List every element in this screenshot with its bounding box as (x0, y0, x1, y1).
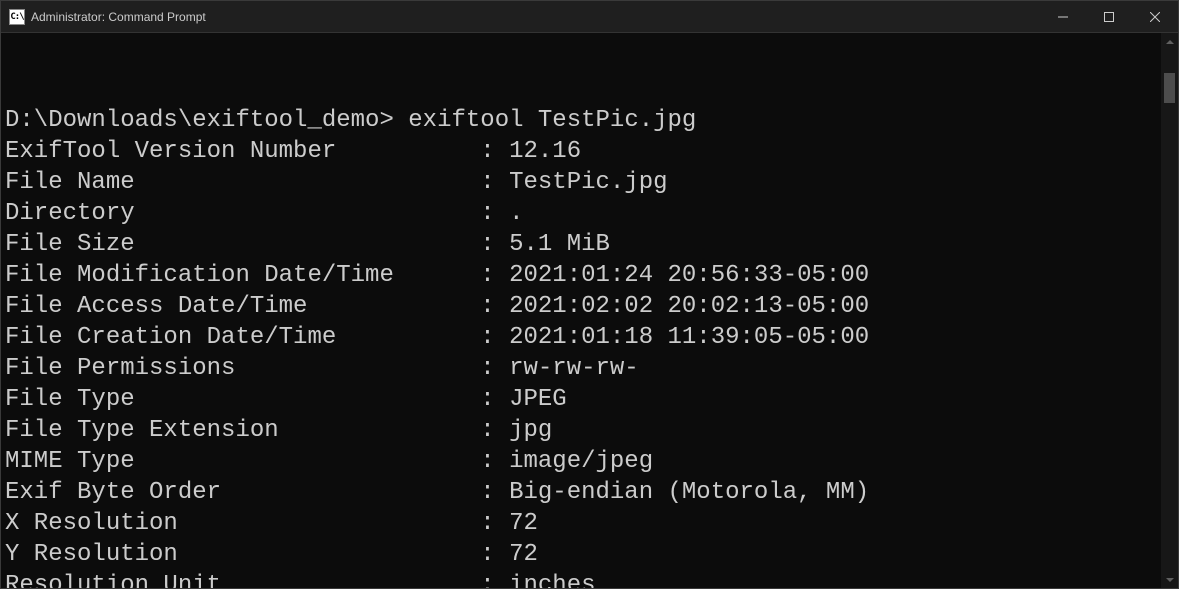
field-separator: : (480, 508, 509, 539)
scroll-up-arrow-icon[interactable] (1161, 33, 1178, 50)
output-row: File Modification Date/Time: 2021:01:24 … (5, 260, 1161, 291)
field-separator: : (480, 291, 509, 322)
field-separator: : (480, 167, 509, 198)
field-separator: : (480, 446, 509, 477)
field-separator: : (480, 570, 509, 588)
output-row: File Permissions: rw-rw-rw- (5, 353, 1161, 384)
field-value: 5.1 MiB (509, 231, 610, 258)
prompt-command: exiftool TestPic.jpg (408, 107, 696, 134)
close-button[interactable] (1132, 1, 1178, 32)
maximize-button[interactable] (1086, 1, 1132, 32)
field-value: . (509, 200, 523, 227)
field-label: ExifTool Version Number (5, 136, 480, 167)
field-value: 12.16 (509, 138, 581, 165)
scroll-thumb[interactable] (1164, 73, 1175, 103)
field-value: jpg (509, 417, 552, 444)
field-separator: : (480, 198, 509, 229)
output-row: Exif Byte Order: Big-endian (Motorola, M… (5, 477, 1161, 508)
field-value: JPEG (509, 386, 567, 413)
command-prompt-window: C:\ Administrator: Command Prompt D:\Dow… (0, 0, 1179, 589)
close-icon (1150, 12, 1160, 22)
field-label: Directory (5, 198, 480, 229)
field-separator: : (480, 353, 509, 384)
field-value: 2021:01:24 20:56:33-05:00 (509, 262, 869, 289)
field-value: Big-endian (Motorola, MM) (509, 479, 869, 506)
field-separator: : (480, 322, 509, 353)
output-rows: ExifTool Version Number: 12.16File Name:… (5, 136, 1161, 588)
field-value: 72 (509, 541, 538, 568)
cmd-icon: C:\ (9, 9, 25, 25)
output-row: File Size: 5.1 MiB (5, 229, 1161, 260)
field-separator: : (480, 260, 509, 291)
output-row: File Type Extension: jpg (5, 415, 1161, 446)
vertical-scrollbar[interactable] (1161, 33, 1178, 588)
field-label: File Modification Date/Time (5, 260, 480, 291)
field-label: Exif Byte Order (5, 477, 480, 508)
output-row: File Creation Date/Time: 2021:01:18 11:3… (5, 322, 1161, 353)
field-label: File Access Date/Time (5, 291, 480, 322)
terminal-output[interactable]: D:\Downloads\exiftool_demo> exiftool Tes… (1, 33, 1161, 588)
field-label: MIME Type (5, 446, 480, 477)
titlebar[interactable]: C:\ Administrator: Command Prompt (1, 1, 1178, 33)
output-row: Directory: . (5, 198, 1161, 229)
field-label: File Name (5, 167, 480, 198)
field-value: inches (509, 572, 595, 588)
field-separator: : (480, 415, 509, 446)
field-value: image/jpeg (509, 448, 653, 475)
output-row: ExifTool Version Number: 12.16 (5, 136, 1161, 167)
field-separator: : (480, 539, 509, 570)
prompt-path: D:\Downloads\exiftool_demo> (5, 107, 394, 134)
maximize-icon (1104, 12, 1114, 22)
field-separator: : (480, 229, 509, 260)
output-row: File Type: JPEG (5, 384, 1161, 415)
scroll-down-arrow-icon[interactable] (1161, 571, 1178, 588)
output-row: Y Resolution: 72 (5, 539, 1161, 570)
minimize-icon (1058, 12, 1068, 22)
output-row: Resolution Unit: inches (5, 570, 1161, 588)
output-row: MIME Type: image/jpeg (5, 446, 1161, 477)
field-value: 72 (509, 510, 538, 537)
field-label: Y Resolution (5, 539, 480, 570)
field-label: File Creation Date/Time (5, 322, 480, 353)
blank-line (5, 74, 1161, 105)
field-label: File Size (5, 229, 480, 260)
field-value: rw-rw-rw- (509, 355, 639, 382)
field-label: File Type (5, 384, 480, 415)
field-separator: : (480, 136, 509, 167)
field-separator: : (480, 477, 509, 508)
window-title: Administrator: Command Prompt (31, 10, 1040, 24)
minimize-button[interactable] (1040, 1, 1086, 32)
window-controls (1040, 1, 1178, 32)
field-label: Resolution Unit (5, 570, 480, 588)
output-row: X Resolution: 72 (5, 508, 1161, 539)
field-separator: : (480, 384, 509, 415)
field-label: File Permissions (5, 353, 480, 384)
field-value: 2021:01:18 11:39:05-05:00 (509, 324, 869, 351)
field-label: File Type Extension (5, 415, 480, 446)
prompt-line: D:\Downloads\exiftool_demo> exiftool Tes… (5, 105, 1161, 136)
field-value: 2021:02:02 20:02:13-05:00 (509, 293, 869, 320)
content-area: D:\Downloads\exiftool_demo> exiftool Tes… (1, 33, 1178, 588)
field-label: X Resolution (5, 508, 480, 539)
output-row: File Name: TestPic.jpg (5, 167, 1161, 198)
output-row: File Access Date/Time: 2021:02:02 20:02:… (5, 291, 1161, 322)
field-value: TestPic.jpg (509, 169, 667, 196)
